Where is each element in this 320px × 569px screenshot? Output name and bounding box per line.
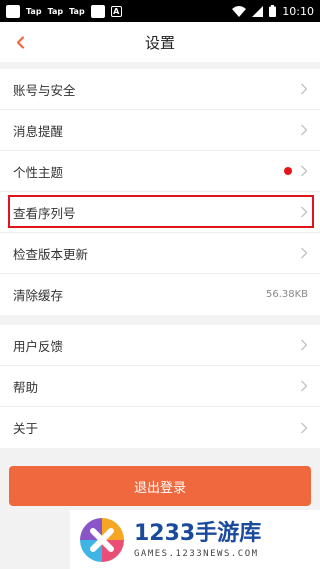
watermark-brand: 1233手游库 (134, 520, 262, 546)
row-clear-cache[interactable]: 清除缓存 56.38KB (0, 274, 320, 315)
status-bar: Tap Tap Tap A 10:10 (0, 0, 320, 22)
chevron-right-icon (301, 124, 308, 136)
app-icon (90, 4, 105, 18)
chevron-right-icon (301, 422, 308, 433)
header-bar: 设置 (0, 22, 320, 62)
row-feedback[interactable]: 用户反馈 (0, 325, 320, 366)
watermark-domain: GAMES.1233NEWS.COM (134, 548, 259, 559)
wifi-icon (232, 5, 247, 17)
notification-tap-1: Tap (26, 6, 42, 16)
settings-group-main: 账号与安全 消息提醒 个性主题 查看序列号 检查版本更新 清除缓存 56.38K… (0, 69, 320, 315)
a-badge-icon: A (110, 5, 122, 17)
row-label: 帮助 (13, 379, 39, 395)
back-button[interactable] (10, 32, 30, 52)
signal-icon (252, 5, 264, 17)
row-view-serial-number[interactable]: 查看序列号 (0, 192, 320, 233)
row-account-security[interactable]: 账号与安全 (0, 69, 320, 110)
chevron-left-icon (16, 35, 24, 49)
chevron-right-icon (301, 83, 308, 95)
row-personal-theme[interactable]: 个性主题 (0, 151, 320, 192)
app-icon (6, 4, 20, 18)
chevron-right-icon (301, 165, 308, 177)
notification-tap-3: Tap (69, 6, 85, 16)
chevron-right-icon (301, 247, 308, 259)
row-help[interactable]: 帮助 (0, 366, 320, 407)
row-label: 清除缓存 (13, 288, 64, 303)
logout-button[interactable]: 退出登录 (9, 466, 311, 506)
battery-icon (269, 5, 277, 17)
row-check-update[interactable]: 检查版本更新 (0, 233, 320, 274)
row-label: 用户反馈 (13, 338, 64, 354)
settings-group-support: 用户反馈 帮助 关于 (0, 325, 320, 448)
new-indicator-dot (284, 167, 292, 175)
row-about[interactable]: 关于 (0, 407, 320, 448)
brand-logo-icon (80, 517, 124, 562)
chevron-right-icon (301, 380, 308, 392)
highlight-box (8, 195, 314, 228)
cache-size: 56.38KB (265, 289, 308, 300)
row-label: 检查版本更新 (13, 246, 89, 262)
row-label: 账号与安全 (13, 82, 76, 98)
row-label: 关于 (13, 421, 39, 436)
clock: 10:10 (282, 4, 314, 18)
row-label: 消息提醒 (13, 123, 64, 139)
page-title: 设置 (144, 33, 175, 52)
notification-tap-2: Tap (47, 6, 64, 16)
row-message-reminder[interactable]: 消息提醒 (0, 110, 320, 151)
chevron-right-icon (301, 339, 308, 351)
watermark: 1233手游库 GAMES.1233NEWS.COM (70, 510, 320, 569)
row-label: 个性主题 (13, 164, 64, 180)
